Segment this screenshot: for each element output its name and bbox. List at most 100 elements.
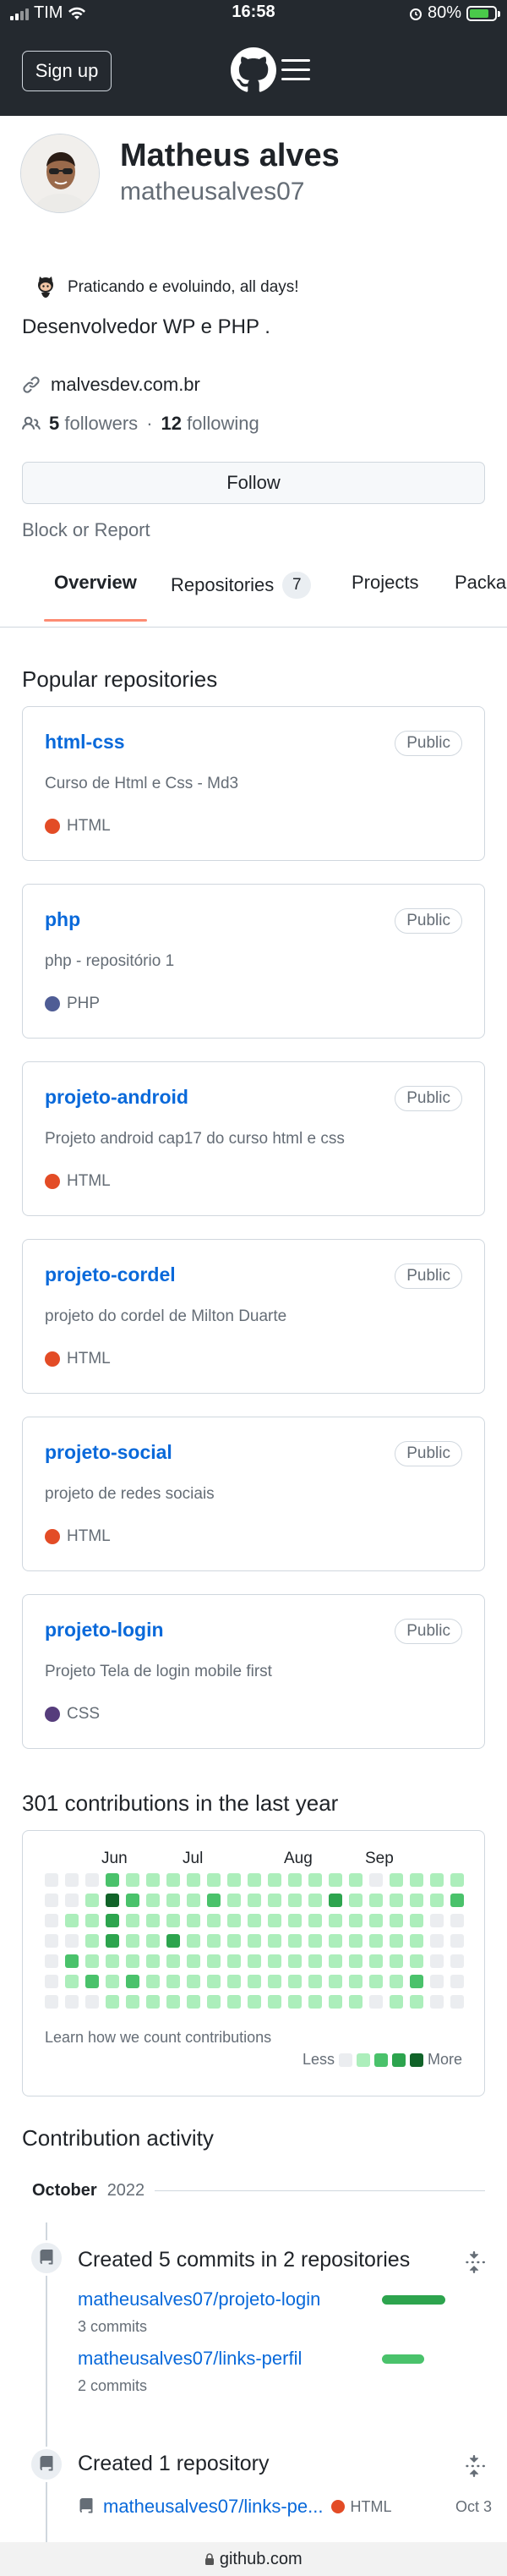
repo-name-link[interactable]: html-css [45,731,125,754]
contribution-day[interactable] [430,1995,444,2009]
contribution-day[interactable] [288,1894,302,1907]
contribution-day[interactable] [65,1995,79,2009]
contribution-day[interactable] [288,1914,302,1927]
contribution-day[interactable] [248,1873,261,1887]
contribution-day[interactable] [450,1995,464,2009]
contribution-day[interactable] [268,1995,281,2009]
contribution-day[interactable] [166,1914,180,1927]
contribution-day[interactable] [450,1934,464,1948]
contribution-day[interactable] [207,1934,221,1948]
contribution-day[interactable] [166,1975,180,1988]
commit-repo-link[interactable]: matheusalves07/projeto-login [78,2288,320,2310]
contribution-day[interactable] [187,1954,200,1968]
contribution-day[interactable] [390,1914,403,1927]
contribution-day[interactable] [349,1894,363,1907]
contribution-day[interactable] [430,1914,444,1927]
tab-packages[interactable]: Packa [455,572,506,594]
contribution-day[interactable] [248,1914,261,1927]
contribution-day[interactable] [430,1873,444,1887]
contribution-day[interactable] [450,1975,464,1988]
contribution-day[interactable] [45,1894,58,1907]
contribution-day[interactable] [126,1894,139,1907]
contribution-day[interactable] [450,1873,464,1887]
contribution-day[interactable] [390,1995,403,2009]
contribution-day[interactable] [207,1954,221,1968]
contribution-day[interactable] [410,1934,423,1948]
contribution-day[interactable] [146,1873,160,1887]
contribution-day[interactable] [329,1934,342,1948]
contribution-day[interactable] [369,1914,383,1927]
contribution-day[interactable] [329,1894,342,1907]
contribution-day[interactable] [106,1894,119,1907]
contribution-day[interactable] [227,1995,241,2009]
contribution-day[interactable] [390,1873,403,1887]
contribution-day[interactable] [450,1894,464,1907]
contribution-day[interactable] [248,1894,261,1907]
contribution-day[interactable] [45,1914,58,1927]
contribution-day[interactable] [410,1954,423,1968]
contribution-day[interactable] [106,1873,119,1887]
contribution-day[interactable] [85,1894,99,1907]
contribution-day[interactable] [207,1894,221,1907]
contribution-day[interactable] [106,1954,119,1968]
contribution-day[interactable] [329,1914,342,1927]
contribution-day[interactable] [288,1975,302,1988]
contribution-day[interactable] [308,1914,322,1927]
contribution-day[interactable] [146,1954,160,1968]
repo-name-link[interactable]: projeto-android [45,1086,188,1109]
contribution-day[interactable] [85,1914,99,1927]
contribution-day[interactable] [65,1954,79,1968]
contribution-day[interactable] [166,1894,180,1907]
contribution-day[interactable] [308,1995,322,2009]
contribution-day[interactable] [390,1975,403,1988]
contribution-day[interactable] [207,1873,221,1887]
contribution-day[interactable] [45,1975,58,1988]
contribution-day[interactable] [349,1995,363,2009]
contribution-day[interactable] [329,1873,342,1887]
contribution-day[interactable] [308,1873,322,1887]
contribution-day[interactable] [268,1934,281,1948]
contribution-day[interactable] [65,1914,79,1927]
contribution-day[interactable] [65,1873,79,1887]
contribution-day[interactable] [390,1954,403,1968]
sign-up-button[interactable]: Sign up [22,51,112,91]
contribution-day[interactable] [146,1894,160,1907]
contribution-day[interactable] [106,1914,119,1927]
contribution-day[interactable] [410,1975,423,1988]
contribution-day[interactable] [268,1873,281,1887]
contribution-day[interactable] [85,1954,99,1968]
follow-button[interactable]: Follow [22,462,485,504]
contribution-day[interactable] [187,1873,200,1887]
contribution-day[interactable] [308,1934,322,1948]
contribution-day[interactable] [166,1995,180,2009]
tab-overview[interactable]: Overview [44,572,147,622]
contribution-day[interactable] [126,1954,139,1968]
contribution-day[interactable] [329,1954,342,1968]
contribution-day[interactable] [227,1934,241,1948]
contribution-day[interactable] [248,1995,261,2009]
contribution-day[interactable] [410,1995,423,2009]
contribution-day[interactable] [288,1954,302,1968]
contribution-day[interactable] [268,1914,281,1927]
commit-repo-link[interactable]: matheusalves07/links-perfil [78,2348,302,2370]
contribution-day[interactable] [126,1914,139,1927]
website-row[interactable]: malvesdev.com.br [22,374,200,396]
learn-contributions-link[interactable]: Learn how we count contributions [45,2029,271,2047]
contribution-day[interactable] [166,1954,180,1968]
contribution-day[interactable] [349,1975,363,1988]
contribution-day[interactable] [45,1934,58,1948]
contribution-day[interactable] [369,1995,383,2009]
contribution-day[interactable] [369,1934,383,1948]
browser-url-bar[interactable]: github.com [0,2542,507,2576]
contribution-day[interactable] [187,1975,200,1988]
contribution-day[interactable] [308,1954,322,1968]
fold-icon[interactable] [463,2455,485,2477]
contribution-day[interactable] [106,1995,119,2009]
contribution-day[interactable] [369,1894,383,1907]
contribution-day[interactable] [146,1995,160,2009]
contribution-day[interactable] [227,1873,241,1887]
contribution-day[interactable] [268,1954,281,1968]
repo-name-link[interactable]: projeto-login [45,1619,164,1642]
contribution-day[interactable] [45,1954,58,1968]
contribution-day[interactable] [65,1934,79,1948]
